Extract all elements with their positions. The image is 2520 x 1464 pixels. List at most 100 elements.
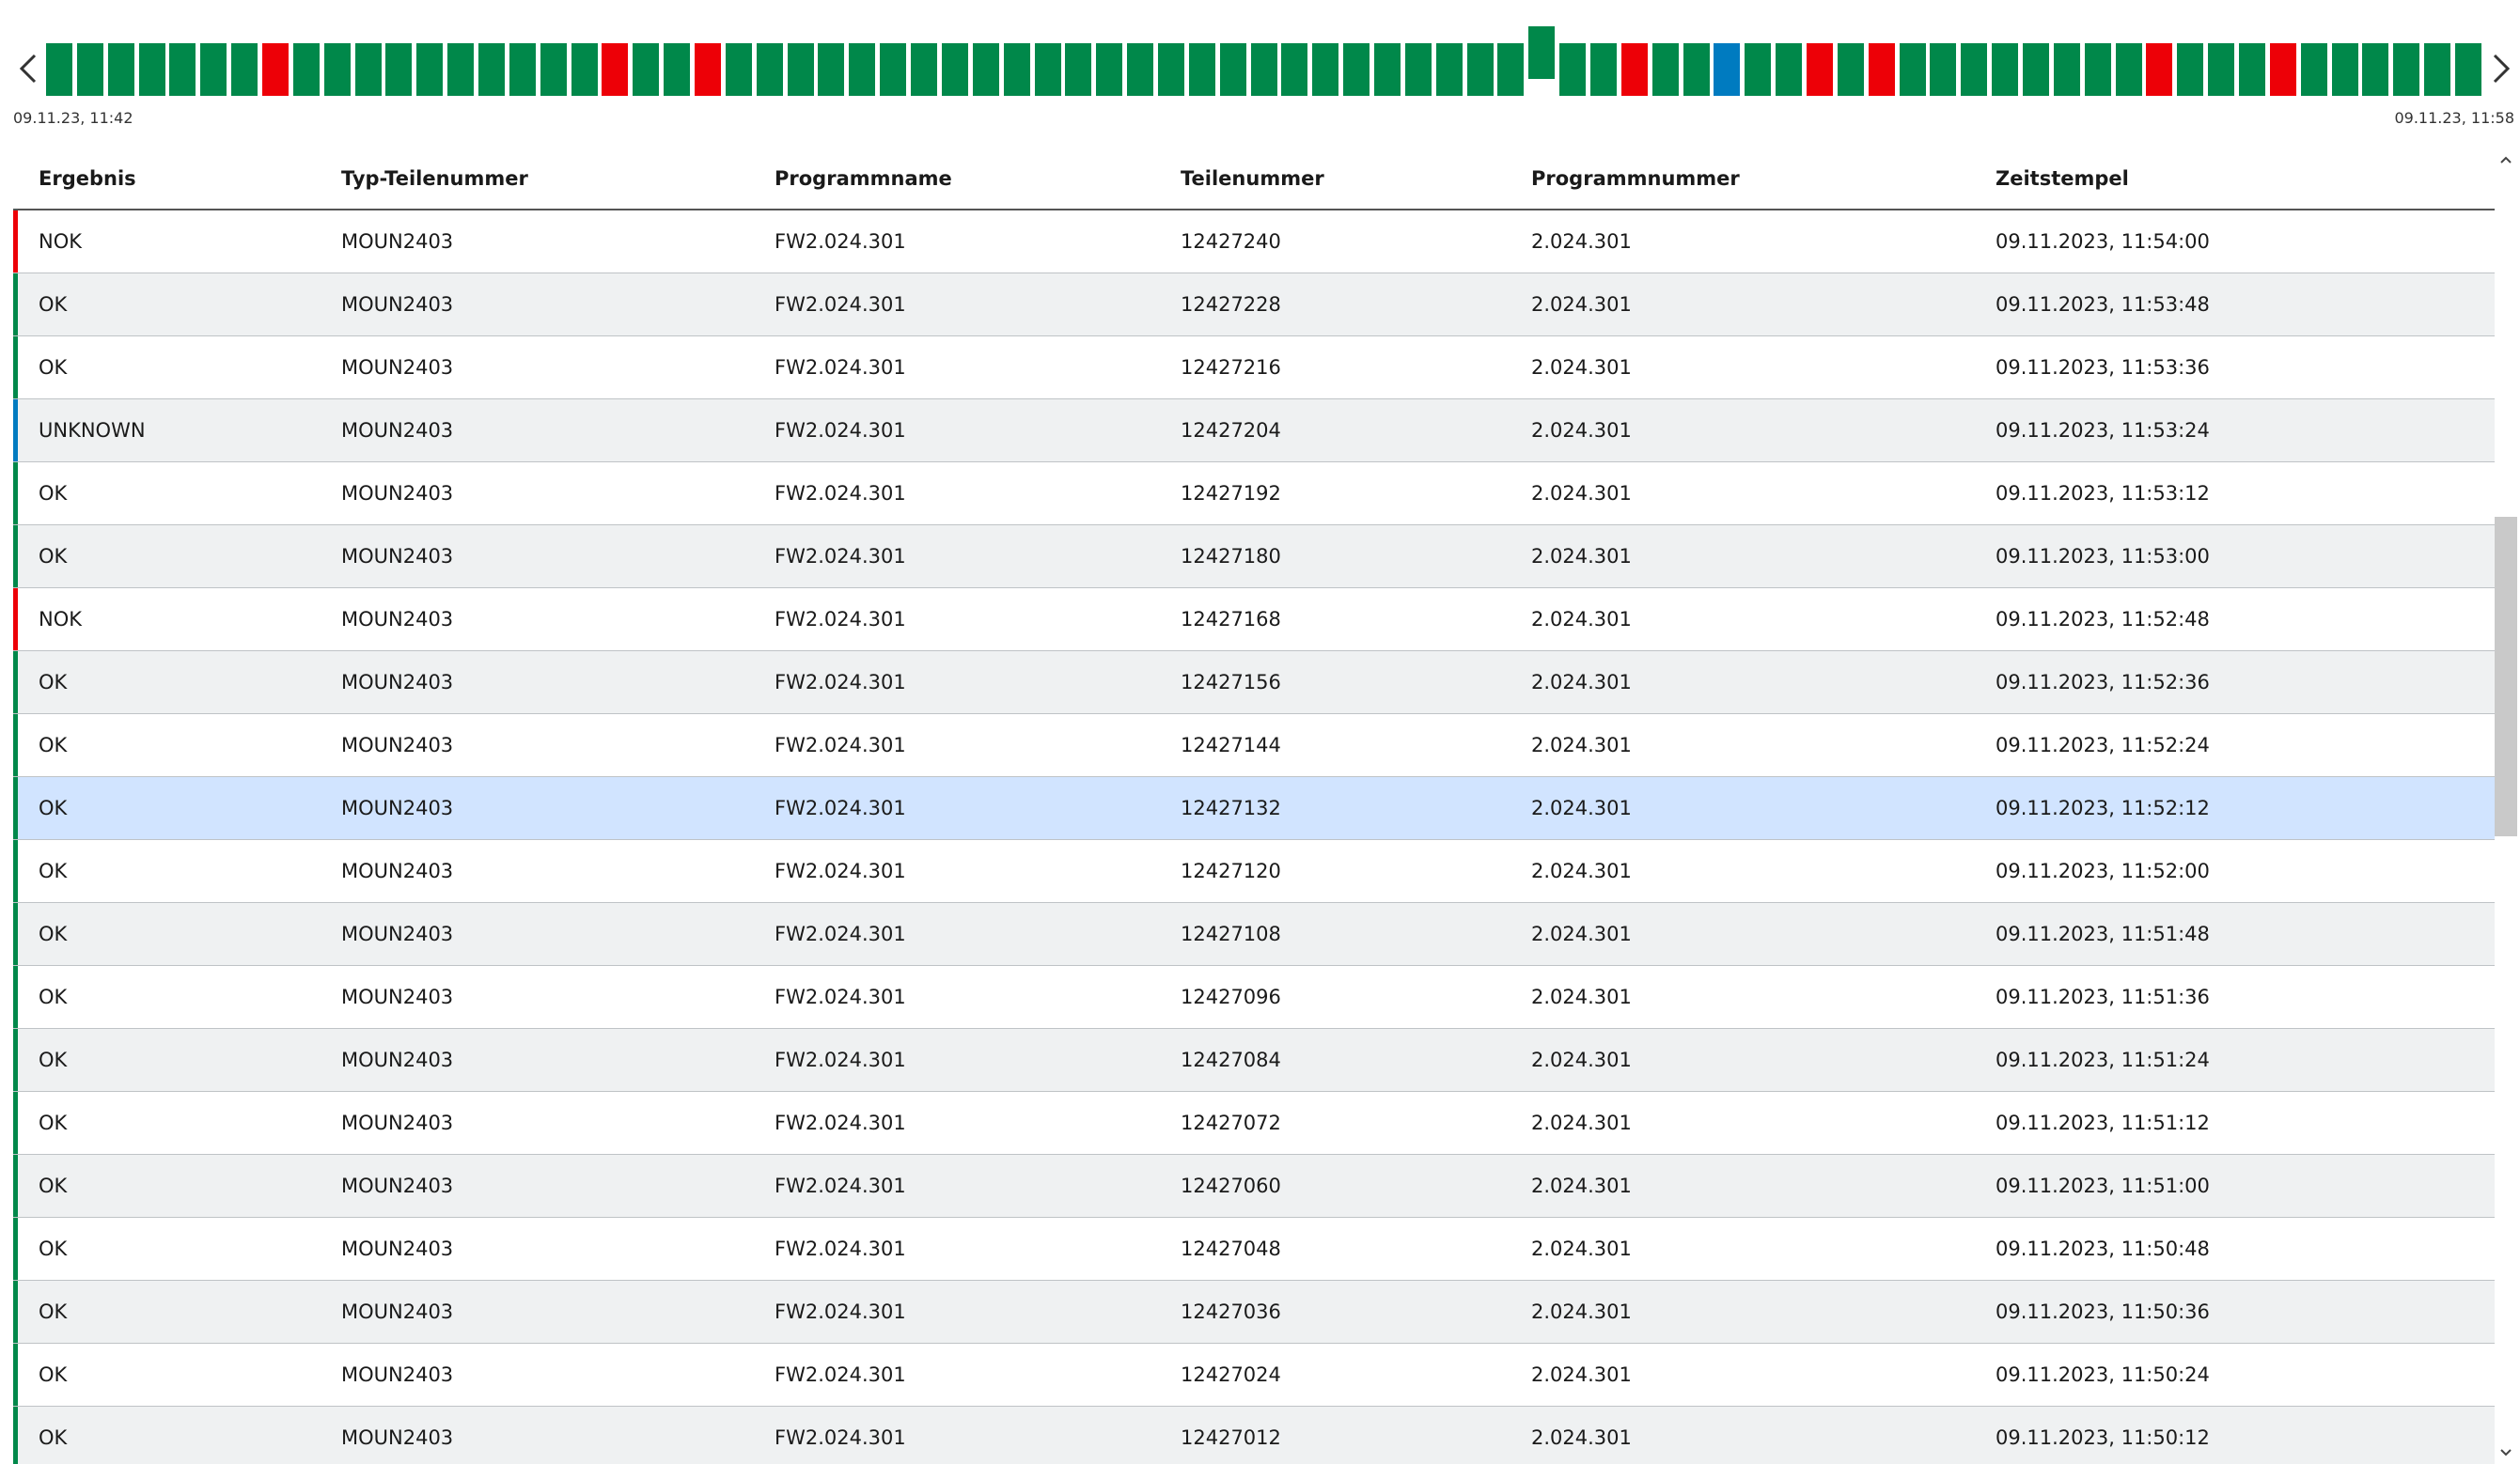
table-row[interactable]: OK MOUN2403 FW2.024.301 12427024 2.024.301 09… [13,1344,2495,1407]
timeline-bar-ok[interactable] [1343,43,1370,96]
timeline-bar-ok[interactable] [1466,43,1494,96]
timeline-bar-ok[interactable] [2300,43,2327,96]
timeline-bar-nok[interactable] [695,43,722,96]
timeline-bar-ok[interactable] [447,43,475,96]
timeline-bar-ok[interactable] [1497,43,1525,96]
timeline-bar-ok[interactable] [385,43,413,96]
timeline-bar-ok[interactable] [1250,43,1277,96]
table-row[interactable]: OK MOUN2403 FW2.024.301 12427228 2.024.301 09… [13,273,2495,336]
timeline-bar-ok[interactable] [1373,43,1401,96]
timeline-bar-ok[interactable] [2115,43,2142,96]
column-header-teilenummer[interactable]: Teilenummer [1181,167,1324,190]
timeline-bar-ok[interactable] [2331,43,2358,96]
table-row[interactable]: UNKNOWN MOUN2403 FW2.024.301 12427204 2.024.… [13,399,2495,462]
timeline-bar-ok[interactable] [1776,43,1803,96]
timeline-bar-nok[interactable] [1620,43,1648,96]
timeline-bar-ok[interactable] [818,43,845,96]
timeline-bar-ok[interactable] [2362,43,2389,96]
column-header-ergebnis[interactable]: Ergebnis [39,167,136,190]
timeline-bar-ok[interactable] [1683,43,1710,96]
timeline-bar-ok[interactable] [1281,43,1308,96]
timeline-bar-ok[interactable] [509,43,536,96]
timeline-bar-ok[interactable] [1992,43,2019,96]
column-header-typ-teilenummer[interactable]: Typ-Teilenummer [341,167,528,190]
timeline-bar-nok[interactable] [1806,43,1833,96]
timeline-bar-ok[interactable] [1065,43,1092,96]
timeline-bar-nok[interactable] [2146,43,2173,96]
table-scrollbar[interactable] [2493,148,2519,1464]
timeline-bar-ok[interactable] [200,43,227,96]
timeline-bar-ok[interactable] [1528,26,1556,79]
timeline-bar-ok[interactable] [354,43,382,96]
scrollbar-thumb[interactable] [2495,517,2517,836]
timeline-bar-ok[interactable] [1034,43,1061,96]
timeline-bar-nok[interactable] [262,43,290,96]
timeline-bar-ok[interactable] [725,43,752,96]
timeline-bar-ok[interactable] [941,43,968,96]
table-row[interactable]: OK MOUN2403 FW2.024.301 12427180 2.024.301 09… [13,525,2495,588]
timeline-bar-ok[interactable] [1003,43,1030,96]
timeline-bar-ok[interactable] [1930,43,1957,96]
timeline-bar-ok[interactable] [292,43,320,96]
table-row[interactable]: OK MOUN2403 FW2.024.301 12427132 2.024.301 09… [13,777,2495,840]
timeline-bar-ok[interactable] [2084,43,2111,96]
timeline-next-button[interactable] [2482,47,2520,90]
timeline-bar-ok[interactable] [323,43,351,96]
table-row[interactable]: OK MOUN2403 FW2.024.301 12427084 2.024.301 09… [13,1029,2495,1092]
timeline-bar-ok[interactable] [2208,43,2235,96]
table-row[interactable]: OK MOUN2403 FW2.024.301 12427060 2.024.301 09… [13,1155,2495,1218]
timeline-bar-ok[interactable] [1219,43,1246,96]
table-row[interactable]: OK MOUN2403 FW2.024.301 12427108 2.024.301 09… [13,903,2495,966]
table-row[interactable]: OK MOUN2403 FW2.024.301 12427216 2.024.301 09… [13,336,2495,399]
timeline-bar-ok[interactable] [1745,43,1772,96]
timeline-bar-ok[interactable] [1404,43,1432,96]
timeline-bar-ok[interactable] [107,43,134,96]
table-row[interactable]: OK MOUN2403 FW2.024.301 12427096 2.024.301 09… [13,966,2495,1029]
table-row[interactable]: OK MOUN2403 FW2.024.301 12427192 2.024.301 09… [13,462,2495,525]
timeline-bar-ok[interactable] [571,43,598,96]
timeline-bar-ok[interactable] [231,43,258,96]
timeline-bar-ok[interactable] [1961,43,1988,96]
timeline-bar-ok[interactable] [2023,43,2049,96]
timeline-bar-ok[interactable] [2053,43,2080,96]
timeline-bar-ok[interactable] [416,43,444,96]
timeline-bar-ok[interactable] [880,43,907,96]
timeline-bar-ok[interactable] [1651,43,1679,96]
table-row[interactable]: OK MOUN2403 FW2.024.301 12427120 2.024.301 09… [13,840,2495,903]
scroll-up-button[interactable] [2493,148,2519,171]
timeline-bar-ok[interactable] [1096,43,1123,96]
timeline-bar-unknown[interactable] [1714,43,1741,96]
table-row[interactable]: OK MOUN2403 FW2.024.301 12427036 2.024.301 09… [13,1281,2495,1344]
timeline-bar-ok[interactable] [1559,43,1587,96]
timeline-bar-ok[interactable] [1899,43,1926,96]
column-header-programmnummer[interactable]: Programmnummer [1531,167,1740,190]
timeline-bar-ok[interactable] [1157,43,1184,96]
timeline-bar-ok[interactable] [849,43,876,96]
scroll-down-button[interactable] [2493,1441,2519,1464]
timeline-bar-ok[interactable] [1312,43,1339,96]
timeline-bar-ok[interactable] [46,43,72,96]
timeline-bar-ok[interactable] [478,43,506,96]
timeline-bar-ok[interactable] [1127,43,1154,96]
column-header-programmname[interactable]: Programmname [775,167,952,190]
timeline-bar-ok[interactable] [2177,43,2204,96]
timeline-bar-ok[interactable] [2239,43,2266,96]
timeline-bar-ok[interactable] [1589,43,1617,96]
timeline-bar-ok[interactable] [972,43,999,96]
timeline-bar-nok[interactable] [1868,43,1895,96]
timeline-bar-ok[interactable] [911,43,938,96]
timeline-bar-nok[interactable] [602,43,629,96]
table-row[interactable]: NOK MOUN2403 FW2.024.301 12427168 2.024.301 0… [13,588,2495,651]
table-row[interactable]: NOK MOUN2403 FW2.024.301 12427240 2.024.301 0… [13,210,2495,273]
timeline-bar-ok[interactable] [1188,43,1215,96]
timeline-bar-ok[interactable] [2455,43,2482,96]
table-row[interactable]: OK MOUN2403 FW2.024.301 12427156 2.024.301 09… [13,651,2495,714]
timeline-prev-button[interactable] [9,47,47,90]
timeline-bar-ok[interactable] [787,43,814,96]
table-row[interactable]: OK MOUN2403 FW2.024.301 12427048 2.024.301 09… [13,1218,2495,1281]
timeline-bar-ok[interactable] [756,43,783,96]
timeline-bar-ok[interactable] [664,43,691,96]
column-header-zeitstempel[interactable]: Zeitstempel [1996,167,2129,190]
timeline-bar-ok[interactable] [2393,43,2420,96]
table-row[interactable]: OK MOUN2403 FW2.024.301 12427072 2.024.301 09… [13,1092,2495,1155]
